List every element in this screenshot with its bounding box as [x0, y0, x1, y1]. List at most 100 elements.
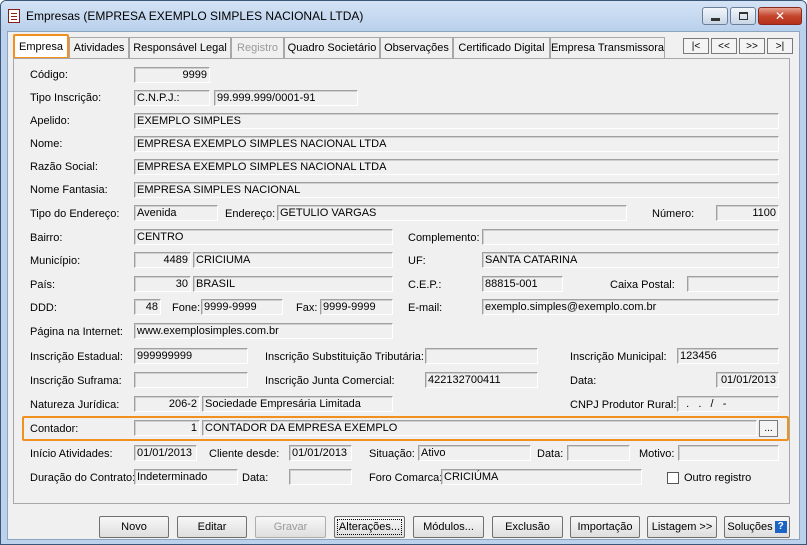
uf-field[interactable]: SANTA CATARINA: [482, 252, 779, 268]
uf-label: UF:: [408, 255, 426, 267]
natureza-label: Natureza Jurídica:: [30, 399, 120, 411]
contador-field[interactable]: CONTADOR DA EMPRESA EXEMPLO: [202, 420, 757, 436]
novo-button[interactable]: Novo: [99, 516, 169, 538]
modulos-button[interactable]: Módulos...: [413, 516, 484, 538]
foro-label: Foro Comarca:: [369, 472, 443, 484]
insc-junta-field[interactable]: 422132700411: [425, 372, 538, 388]
data-contrato-label: Data:: [242, 472, 269, 484]
tab-empresa[interactable]: Empresa: [13, 34, 69, 59]
municipio-code-field[interactable]: 4489: [134, 252, 191, 268]
pais-label: País:: [30, 279, 56, 291]
complemento-field[interactable]: [482, 229, 779, 245]
tab-observacoes[interactable]: Observações: [380, 37, 453, 58]
pagina-label: Página na Internet:: [30, 326, 123, 338]
alteracoes-button[interactable]: Alterações...: [334, 516, 405, 538]
insc-estadual-field[interactable]: 999999999: [134, 348, 248, 364]
fax-field[interactable]: 9999-9999: [320, 299, 393, 315]
contador-code-field[interactable]: 1: [134, 420, 200, 436]
nome-fantasia-field[interactable]: EMPRESA SIMPLES NACIONAL: [134, 182, 779, 198]
razao-social-field[interactable]: EMPRESA EXEMPLO SIMPLES NACIONAL LTDA: [134, 159, 779, 175]
close-button[interactable]: ✕: [758, 7, 802, 25]
data-field[interactable]: 01/01/2013: [716, 372, 779, 388]
cep-field[interactable]: 88815-001: [482, 276, 563, 292]
nome-fantasia-label: Nome Fantasia:: [30, 184, 108, 196]
natureza-code-field[interactable]: 206-2: [134, 396, 200, 412]
insc-subst-field[interactable]: [425, 348, 538, 364]
outro-registro-label: Outro registro: [684, 472, 752, 484]
document-icon: [8, 9, 20, 23]
apelido-field[interactable]: EXEMPLO SIMPLES: [134, 113, 779, 129]
listagem-button[interactable]: Listagem >>: [647, 516, 717, 538]
inicio-atividades-field[interactable]: 01/01/2013: [134, 445, 197, 461]
insc-municipal-field[interactable]: 123456: [677, 348, 779, 364]
tab-certificado-digital[interactable]: Certificado Digital: [453, 37, 550, 58]
exclusao-button[interactable]: Exclusão: [492, 516, 563, 538]
nome-field[interactable]: EMPRESA EXEMPLO SIMPLES NACIONAL LTDA: [134, 136, 779, 152]
solucoes-button[interactable]: Soluções ?: [724, 516, 790, 538]
data-contrato-field[interactable]: [289, 469, 352, 485]
contador-lookup-button[interactable]: ...: [759, 420, 778, 437]
bairro-field[interactable]: CENTRO: [134, 229, 393, 245]
solucoes-label: Soluções: [727, 521, 773, 533]
bairro-label: Bairro:: [30, 232, 63, 244]
gravar-button[interactable]: Gravar: [255, 516, 326, 538]
title-bar[interactable]: Empresas (EMPRESA EXEMPLO SIMPLES NACION…: [1, 1, 806, 31]
insc-subst-label: Inscrição Substituição Tributária:: [265, 351, 424, 363]
tipo-endereco-field[interactable]: Avenida: [134, 205, 218, 221]
numero-field[interactable]: 1100: [716, 205, 779, 221]
tipo-inscricao-select[interactable]: C.N.P.J.:: [134, 90, 210, 106]
data-situacao-field[interactable]: [567, 445, 630, 461]
insc-junta-label: Inscrição Junta Comercial:: [265, 375, 395, 387]
motivo-label: Motivo:: [639, 448, 675, 460]
duracao-field[interactable]: Indeterminado: [134, 469, 238, 485]
first-record-button[interactable]: |<: [683, 38, 709, 54]
insc-suframa-field[interactable]: [134, 372, 248, 388]
motivo-field[interactable]: [678, 445, 779, 461]
next-record-button[interactable]: >>: [739, 38, 765, 54]
tipo-endereco-label: Tipo do Endereço:: [30, 208, 120, 220]
inicio-atividades-label: Início Atividades:: [30, 448, 113, 460]
maximize-button[interactable]: [730, 7, 756, 25]
minimize-button[interactable]: [702, 7, 728, 25]
contador-label: Contador:: [30, 423, 79, 435]
insc-municipal-label: Inscrição Municipal:: [570, 351, 667, 363]
editar-button[interactable]: Editar: [177, 516, 247, 538]
cliente-desde-field[interactable]: 01/01/2013: [289, 445, 352, 461]
tab-atividades[interactable]: Atividades: [69, 37, 129, 58]
outro-registro-checkbox[interactable]: [667, 472, 679, 484]
previous-record-button[interactable]: <<: [711, 38, 737, 54]
insc-estadual-label: Inscrição Estadual:: [30, 351, 123, 363]
cnpj-produtor-field[interactable]: . . / -: [677, 396, 779, 412]
codigo-field[interactable]: 9999: [134, 67, 210, 83]
ddd-field[interactable]: 48: [134, 299, 161, 315]
endereco-field[interactable]: GETULIO VARGAS: [277, 205, 627, 221]
window-title: Empresas (EMPRESA EXEMPLO SIMPLES NACION…: [26, 9, 364, 23]
situacao-field[interactable]: Ativo: [418, 445, 531, 461]
importacao-button[interactable]: Importação: [570, 516, 640, 538]
pagina-field[interactable]: www.exemplosimples.com.br: [134, 323, 393, 339]
close-icon: ✕: [774, 9, 786, 23]
duracao-label: Duração do Contrato:: [30, 472, 136, 484]
razao-social-label: Razão Social:: [30, 161, 98, 173]
natureza-field[interactable]: Sociedade Empresária Limitada: [202, 396, 393, 412]
maximize-icon: [738, 12, 748, 20]
minimize-icon: [710, 17, 720, 21]
codigo-label: Código:: [30, 69, 68, 81]
tab-empresa-transmissora[interactable]: Empresa Transmissora: [550, 37, 665, 58]
municipio-field[interactable]: CRICIUMA: [193, 252, 393, 268]
foro-field[interactable]: CRICIÚMA: [441, 469, 642, 485]
pais-field[interactable]: BRASIL: [193, 276, 393, 292]
cnpj-field[interactable]: 99.999.999/0001-91: [214, 90, 358, 106]
numero-label: Número:: [652, 208, 695, 220]
pais-code-field[interactable]: 30: [134, 276, 191, 292]
email-field[interactable]: exemplo.simples@exemplo.com.br: [482, 299, 779, 315]
help-icon: ?: [774, 521, 787, 533]
tab-registro[interactable]: Registro: [231, 37, 284, 58]
tab-quadro-societario[interactable]: Quadro Societário: [284, 37, 380, 58]
caixa-postal-field[interactable]: [687, 276, 779, 292]
caixa-postal-label: Caixa Postal:: [610, 279, 675, 291]
fone-label: Fone:: [172, 302, 201, 314]
tab-responsavel-legal[interactable]: Responsável Legal: [129, 37, 231, 58]
fone-field[interactable]: 9999-9999: [201, 299, 283, 315]
last-record-button[interactable]: >|: [767, 38, 793, 54]
